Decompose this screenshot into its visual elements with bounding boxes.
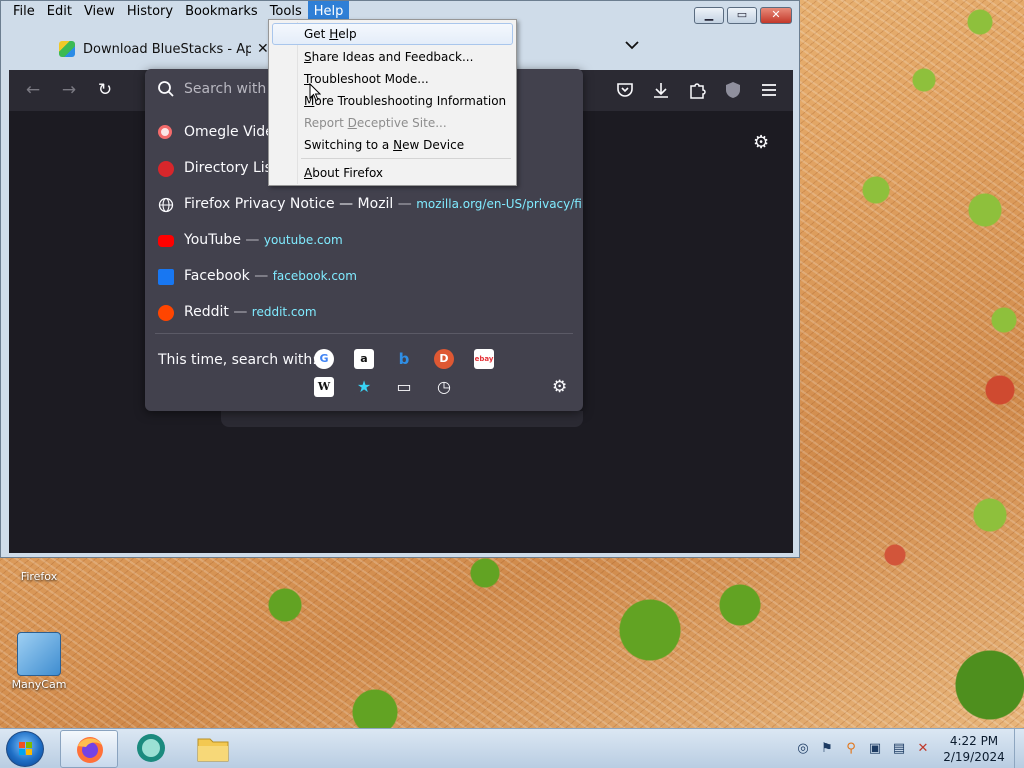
- desktop-icon-firefox[interactable]: Firefox: [4, 558, 74, 583]
- forward-arrow-icon[interactable]: →: [59, 80, 79, 100]
- newtab-search-box: [221, 411, 583, 427]
- system-clock[interactable]: 4:22 PM 2/19/2024: [938, 733, 1010, 765]
- mouse-cursor-icon: [309, 83, 321, 102]
- tab-close-icon[interactable]: ✕: [257, 41, 269, 57]
- customize-newtab-gear-icon[interactable]: ⚙: [753, 132, 769, 153]
- bluestacks-favicon-icon: [59, 41, 75, 57]
- maximize-button[interactable]: ▭: [727, 7, 757, 24]
- desktop-icon-label: Firefox: [20, 570, 58, 583]
- bluestacks-logo-icon: [137, 734, 165, 762]
- duckduckgo-engine-icon[interactable]: D: [434, 349, 454, 369]
- firefox-logo-icon: [77, 737, 103, 763]
- reload-icon[interactable]: ↻: [95, 80, 115, 100]
- result-title: Reddit: [184, 304, 229, 320]
- result-facebook[interactable]: Facebook — facebook.com: [145, 259, 583, 295]
- result-firefox-privacy[interactable]: Firefox Privacy Notice — Mozil — mozilla…: [145, 187, 583, 223]
- list-all-tabs-icon[interactable]: [625, 40, 639, 50]
- help-menu-dropdown: Get Help Share Ideas and Feedback... Tro…: [268, 19, 517, 186]
- show-desktop-button[interactable]: [1014, 729, 1024, 768]
- taskbar-bluestacks-button[interactable]: [122, 730, 180, 768]
- tabs-icon[interactable]: ▭: [394, 377, 414, 397]
- ebay-engine-icon[interactable]: ebay: [474, 349, 494, 369]
- menu-item-report-deceptive-site: Report Deceptive Site...: [304, 116, 447, 130]
- wikipedia-engine-icon[interactable]: W: [314, 377, 334, 397]
- result-title: Firefox Privacy Notice — Mozil: [184, 196, 394, 212]
- extensions-puzzle-icon[interactable]: [687, 80, 707, 100]
- manycam-icon: [17, 632, 61, 676]
- results-divider: [155, 333, 573, 334]
- menu-bookmarks[interactable]: Bookmarks: [179, 1, 264, 21]
- amazon-engine-icon[interactable]: a: [354, 349, 374, 369]
- result-title: Directory Listi: [184, 160, 282, 176]
- result-url: youtube.com: [263, 233, 343, 247]
- result-dash: —: [233, 304, 248, 320]
- taskbar-firefox-button[interactable]: [60, 730, 118, 768]
- tray-search-icon[interactable]: ◎: [796, 742, 810, 756]
- minimize-button[interactable]: ▁: [694, 7, 724, 24]
- result-youtube[interactable]: YouTube — youtube.com: [145, 223, 583, 259]
- tab-bluestacks[interactable]: Download BlueStacks - App Player ✕: [51, 34, 273, 64]
- bing-engine-icon[interactable]: b: [394, 349, 414, 369]
- menu-item-get-help[interactable]: Get Help: [272, 23, 513, 45]
- volume-muted-icon[interactable]: ✕: [916, 742, 930, 756]
- desktop-icon-manycam[interactable]: ManyCam: [4, 632, 74, 691]
- tray-magnifier-icon[interactable]: ⚲: [844, 742, 858, 756]
- taskbar-explorer-button[interactable]: [184, 730, 242, 768]
- search-settings-gear-icon[interactable]: ⚙: [552, 377, 567, 397]
- result-reddit[interactable]: Reddit — reddit.com: [145, 295, 583, 331]
- facebook-favicon-icon: [158, 269, 174, 285]
- firefox-shortcut-icon: [29, 558, 49, 568]
- tab-title: Download BlueStacks - App Player: [83, 41, 251, 57]
- clock-time: 4:22 PM: [949, 734, 999, 748]
- desktop-icon-label: ManyCam: [11, 678, 67, 691]
- menu-separator: [301, 158, 511, 159]
- menu-edit[interactable]: Edit: [41, 1, 78, 21]
- tray-display-icon[interactable]: ▣: [868, 742, 882, 756]
- bookmarks-star-icon[interactable]: ★: [354, 377, 374, 397]
- result-url: reddit.com: [251, 305, 317, 319]
- menu-item-switching-device[interactable]: Switching to a New Device: [272, 134, 513, 156]
- result-dash: —: [397, 196, 412, 212]
- result-dash: —: [254, 268, 269, 284]
- result-title: YouTube: [184, 232, 241, 248]
- youtube-favicon-icon: [158, 235, 174, 247]
- search-with-label: This time, search with:: [158, 352, 317, 368]
- omegle-favicon-icon: [158, 125, 172, 139]
- menu-view[interactable]: View: [78, 1, 121, 21]
- result-url: mozilla.org/en-US/privacy/firefo: [416, 197, 583, 211]
- menu-file[interactable]: File: [7, 1, 41, 21]
- result-dash: —: [245, 232, 260, 248]
- result-url: facebook.com: [272, 269, 357, 283]
- globe-icon: [158, 197, 174, 213]
- result-title: Facebook: [184, 268, 250, 284]
- menu-tools[interactable]: Tools: [264, 1, 308, 21]
- menu-bar: File Edit View History Bookmarks Tools H…: [7, 1, 350, 21]
- close-window-button[interactable]: ✕: [760, 7, 792, 24]
- network-icon[interactable]: ▤: [892, 742, 906, 756]
- pocket-icon[interactable]: [615, 80, 635, 100]
- menu-help[interactable]: Help: [307, 1, 350, 21]
- url-placeholder-text: Search with G: [184, 81, 282, 97]
- downloads-icon[interactable]: [651, 80, 671, 100]
- folder-icon: [197, 738, 229, 762]
- reddit-favicon-icon: [158, 305, 174, 321]
- ublock-shield-icon[interactable]: [723, 80, 743, 100]
- clock-date: 2/19/2024: [943, 750, 1005, 764]
- menu-item-share-feedback[interactable]: Share Ideas and Feedback...: [272, 46, 513, 68]
- search-icon: [158, 81, 174, 97]
- google-engine-icon[interactable]: G: [314, 349, 334, 369]
- menu-item-about-firefox[interactable]: About Firefox: [272, 162, 513, 184]
- back-arrow-icon[interactable]: ←: [23, 80, 43, 100]
- windows-logo-icon: [19, 742, 32, 755]
- taskbar: ◎ ⚑ ⚲ ▣ ▤ ✕ 4:22 PM 2/19/2024: [0, 728, 1024, 768]
- action-center-flag-icon[interactable]: ⚑: [820, 742, 834, 756]
- start-button[interactable]: [6, 731, 44, 767]
- history-clock-icon[interactable]: ◷: [434, 377, 454, 397]
- menu-history[interactable]: History: [121, 1, 179, 21]
- hamburger-menu-icon[interactable]: [759, 80, 779, 100]
- bug-favicon-icon: [158, 161, 174, 177]
